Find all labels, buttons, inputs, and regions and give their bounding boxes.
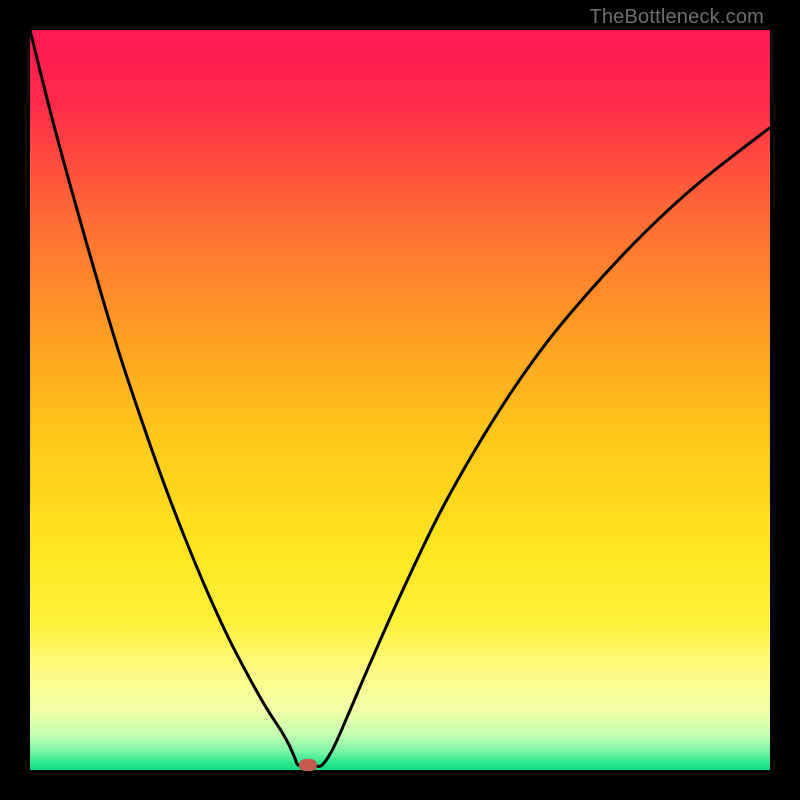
- plot-area: [30, 30, 770, 770]
- bottleneck-curve: [30, 30, 770, 770]
- curve-path: [30, 30, 770, 766]
- optimal-point-marker: [299, 759, 317, 771]
- chart-frame: TheBottleneck.com: [0, 0, 800, 800]
- watermark-text: TheBottleneck.com: [589, 6, 764, 29]
